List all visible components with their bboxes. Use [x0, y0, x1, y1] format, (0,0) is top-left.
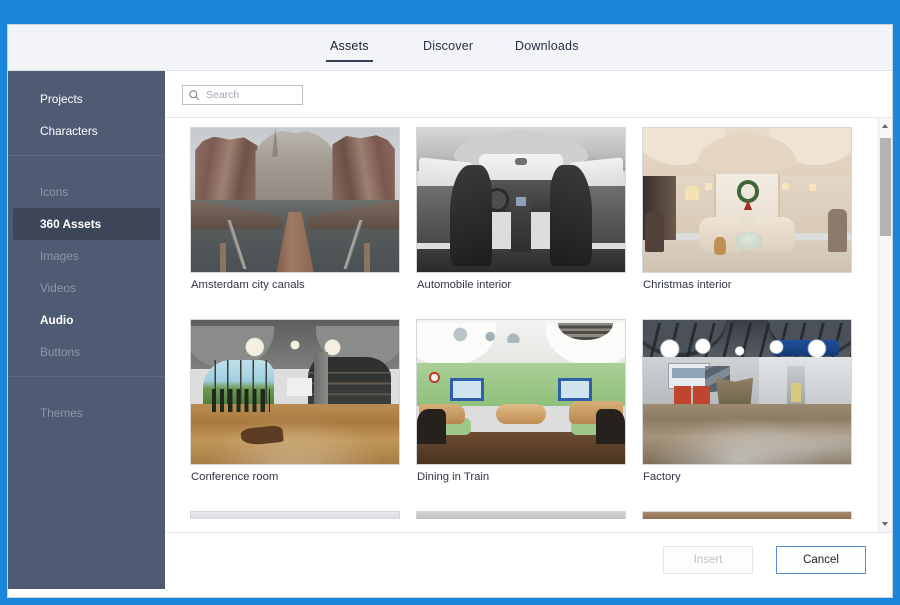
sidebar-item-360-assets[interactable]: 360 Assets	[13, 208, 160, 240]
panorama-art-automobile	[417, 128, 625, 272]
scroll-up-arrow-icon	[882, 124, 888, 128]
sidebar-group-library: Icons 360 Assets Images Videos Audio But…	[8, 164, 165, 368]
asset-label: Automobile interior	[417, 279, 512, 291]
sidebar-divider-2	[8, 376, 165, 377]
asset-card-amsterdam-city-canals[interactable]: Amsterdam city canals	[190, 127, 400, 291]
tab-discover[interactable]: Discover	[423, 39, 473, 62]
asset-card-christmas-interior[interactable]: Christmas interior	[642, 127, 852, 291]
scroll-down-button[interactable]	[879, 516, 892, 532]
sidebar: Projects Characters Icons 360 Assets Ima…	[8, 71, 165, 589]
content-area: Amsterdam city canals	[165, 71, 892, 589]
sidebar-item-themes[interactable]: Themes	[13, 397, 160, 429]
vertical-scrollbar[interactable]	[878, 118, 892, 532]
asset-thumbnail-partial[interactable]	[416, 511, 626, 519]
asset-card-dining-in-train[interactable]: Dining in Train	[416, 319, 626, 483]
sidebar-item-videos[interactable]: Videos	[13, 272, 160, 304]
sidebar-item-images[interactable]: Images	[13, 240, 160, 272]
panorama-art-amsterdam	[191, 128, 399, 272]
panorama-art-conference	[191, 320, 399, 464]
asset-grid-scroll-area[interactable]: Amsterdam city canals Automobile interio…	[165, 118, 892, 532]
asset-thumbnail[interactable]	[190, 319, 400, 465]
asset-card-factory[interactable]: Factory	[642, 319, 852, 483]
scrollbar-thumb[interactable]	[880, 138, 891, 236]
sidebar-item-audio[interactable]: Audio	[13, 304, 160, 336]
tab-assets[interactable]: Assets	[326, 39, 373, 62]
asset-thumbnail[interactable]	[642, 319, 852, 465]
asset-label: Christmas interior	[643, 279, 732, 291]
insert-button[interactable]: Insert	[663, 546, 753, 574]
asset-grid: Amsterdam city canals Automobile interio…	[165, 118, 878, 532]
panorama-art-factory	[643, 320, 851, 464]
tab-downloads[interactable]: Downloads	[515, 39, 579, 62]
search-box[interactable]	[182, 85, 303, 105]
sidebar-item-buttons[interactable]: Buttons	[13, 336, 160, 368]
asset-label: Conference room	[191, 471, 279, 483]
sidebar-item-characters[interactable]: Characters	[13, 115, 160, 147]
scroll-up-button[interactable]	[879, 118, 892, 134]
asset-row-partial	[190, 511, 878, 519]
panorama-art-christmas	[643, 128, 851, 272]
sidebar-divider-1	[8, 155, 165, 156]
asset-card-automobile-interior[interactable]: Automobile interior	[416, 127, 626, 291]
asset-thumbnail[interactable]	[642, 127, 852, 273]
asset-row: Amsterdam city canals Automobile interio…	[190, 127, 878, 291]
dialog-footer: Insert Cancel	[165, 532, 892, 589]
asset-card-conference-room[interactable]: Conference room	[190, 319, 400, 483]
scroll-down-arrow-icon	[882, 522, 888, 526]
sidebar-item-icons[interactable]: Icons	[13, 176, 160, 208]
sidebar-group-primary: Projects Characters	[8, 71, 165, 147]
search-input[interactable]	[206, 86, 298, 104]
asset-thumbnail[interactable]	[416, 319, 626, 465]
asset-thumbnail-partial[interactable]	[190, 511, 400, 519]
asset-label: Factory	[643, 471, 681, 483]
search-icon	[189, 90, 200, 101]
asset-thumbnail[interactable]	[416, 127, 626, 273]
asset-picker-dialog: Assets Discover Downloads Projects Chara…	[7, 24, 893, 598]
search-row	[165, 71, 892, 118]
asset-thumbnail[interactable]	[190, 127, 400, 273]
cancel-button[interactable]: Cancel	[776, 546, 866, 574]
application-window-frame: Assets Discover Downloads Projects Chara…	[0, 0, 900, 605]
sidebar-item-projects[interactable]: Projects	[13, 83, 160, 115]
asset-label: Dining in Train	[417, 471, 490, 483]
asset-thumbnail-partial[interactable]	[642, 511, 852, 519]
asset-row: Conference room Dining in Train Factory	[190, 319, 878, 483]
sidebar-group-themes: Themes	[8, 385, 165, 429]
panorama-art-dining-train	[417, 320, 625, 464]
tab-bar: Assets Discover Downloads	[8, 25, 892, 71]
asset-label: Amsterdam city canals	[191, 279, 305, 291]
